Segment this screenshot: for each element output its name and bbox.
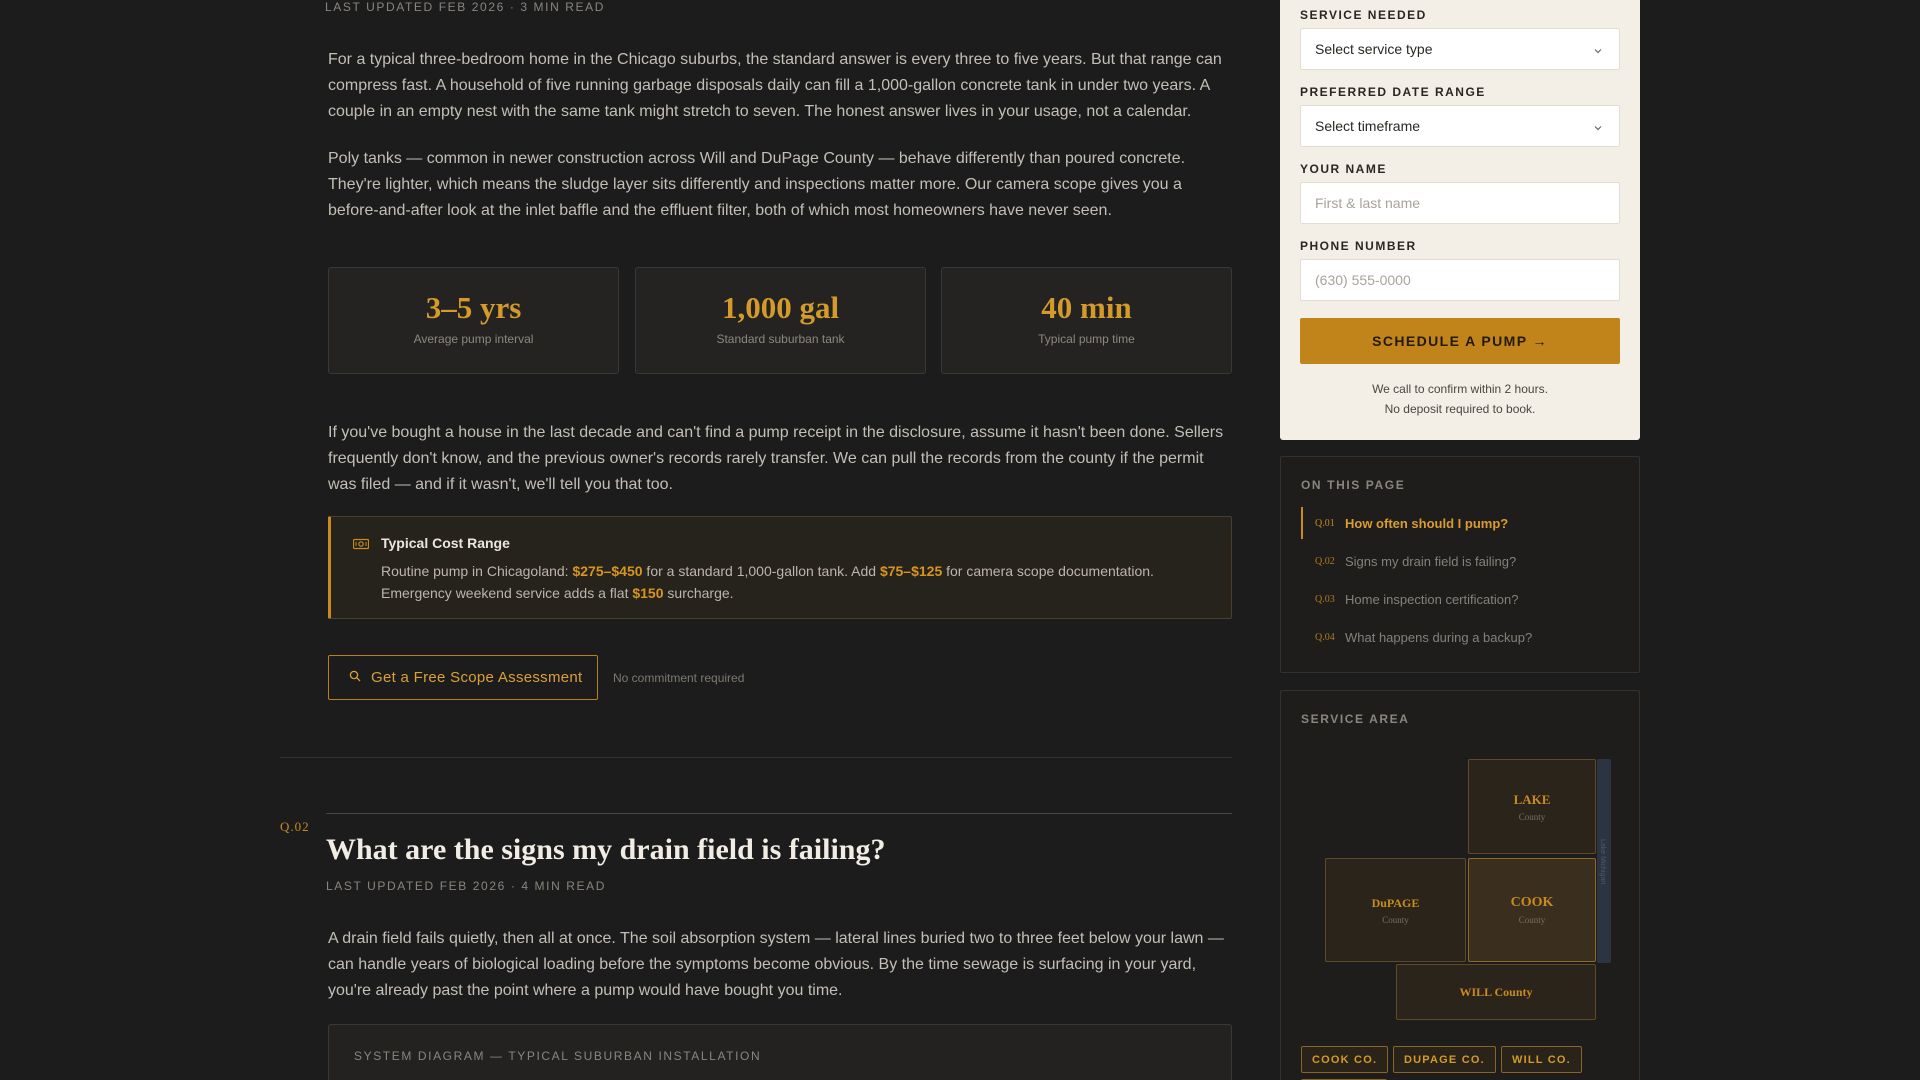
toc-title: ON THIS PAGE (1301, 478, 1406, 492)
date-range-select[interactable]: Select timeframe (1300, 105, 1620, 147)
price-weekend: $150 (632, 585, 664, 601)
money-icon (352, 537, 370, 556)
diagram-title: SYSTEM DIAGRAM — TYPICAL SUBURBAN INSTAL… (354, 1049, 762, 1063)
toc-item-q04[interactable]: Q.04 What happens during a backup? (1301, 621, 1621, 653)
q2-rule (326, 813, 1232, 814)
search-icon (349, 669, 361, 686)
q1-paragraph-1: For a typical three-bedroom home in the … (328, 51, 1222, 120)
county-cook[interactable]: COOK County (1468, 858, 1596, 962)
stat-card-tank: 1,000 gal Standard suburban tank (635, 267, 926, 374)
no-commitment-note: No commitment required (613, 671, 745, 685)
stat-label: Standard suburban tank (716, 332, 845, 346)
section-divider (280, 757, 1232, 758)
stat-card-pump-time: 40 min Typical pump time (941, 267, 1232, 374)
service-area-title: SERVICE AREA (1301, 712, 1410, 726)
q2-paragraph-1: A drain field fails quietly, then all at… (328, 930, 1224, 999)
q1-meta: LAST UPDATED FEB 2026 · 3 MIN READ (325, 0, 606, 14)
date-label: PREFERRED DATE RANGE (1300, 85, 1486, 99)
on-this-page-nav: ON THIS PAGE Q.01 How often should I pump… (1280, 456, 1640, 673)
callout-title: Typical Cost Range (381, 535, 510, 551)
q2-number: Q.02 (280, 819, 310, 834)
schedule-pump-button[interactable]: SCHEDULE A PUMP → (1300, 318, 1620, 364)
stat-value: 3–5 yrs (425, 290, 522, 325)
name-input[interactable]: First & last name (1300, 182, 1620, 224)
cost-callout: Typical Cost Range Routine pump in Chica… (328, 516, 1232, 619)
toc-item-q01[interactable]: Q.01 How often should I pump? (1301, 507, 1621, 539)
confirm-note: We call to confirm within 2 hours. (1372, 382, 1548, 396)
toc-item-q02[interactable]: Q.02 Signs my drain field is failing? (1301, 545, 1621, 577)
stat-value: 1,000 gal (721, 290, 840, 325)
service-label: SERVICE NEEDED (1300, 8, 1427, 22)
county-will[interactable]: WILL County (1396, 964, 1596, 1020)
name-label: YOUR NAME (1300, 162, 1387, 176)
lake-michigan-shape: Lake Michigan (1597, 759, 1611, 963)
scope-button-label: Get a Free Scope Assessment (371, 669, 583, 686)
service-area-card: SERVICE AREA LAKE County DuPAGE County C… (1280, 690, 1640, 1080)
q2-title: What are the signs my drain field is fai… (326, 833, 886, 866)
phone-label: PHONE NUMBER (1300, 239, 1417, 253)
chevron-down-icon (1593, 120, 1603, 136)
system-diagram-card: SYSTEM DIAGRAM — TYPICAL SUBURBAN INSTAL… (328, 1024, 1232, 1080)
callout-text: Routine pump in Chicagoland: $275–$450 f… (381, 563, 1154, 601)
price-scope: $75–$125 (879, 563, 943, 579)
stat-label: Average pump interval (413, 332, 534, 346)
county-lake[interactable]: LAKE County (1468, 759, 1596, 854)
chevron-down-icon (1593, 43, 1603, 59)
free-scope-assessment-button[interactable]: Get a Free Scope Assessment (328, 655, 598, 700)
stat-value: 40 min (1041, 290, 1132, 325)
tag-will[interactable]: WILL CO. (1501, 1046, 1582, 1073)
stat-label: Typical pump time (1038, 332, 1135, 346)
tag-cook[interactable]: COOK CO. (1301, 1046, 1389, 1073)
lake-michigan-label: Lake Michigan (1599, 839, 1606, 885)
booking-form: SERVICE NEEDED Select service type PREFE… (1280, 0, 1640, 440)
toc-item-q03[interactable]: Q.03 Home inspection certification? (1301, 583, 1621, 615)
phone-input[interactable]: (630) 555-0000 (1300, 259, 1620, 301)
tag-dupage[interactable]: DUPAGE CO. (1393, 1046, 1496, 1073)
service-select[interactable]: Select service type (1300, 28, 1620, 70)
price-routine: $275–$450 (572, 563, 643, 579)
q2-meta: LAST UPDATED FEB 2026 · 4 MIN READ (326, 879, 607, 893)
q1-paragraph-2: Poly tanks — common in newer constructio… (328, 150, 1186, 219)
q1-paragraph-3: If you've bought a house in the last dec… (328, 424, 1224, 493)
county-dupage[interactable]: DuPAGE County (1325, 858, 1466, 962)
stat-card-interval: 3–5 yrs Average pump interval (328, 267, 619, 374)
deposit-note: No deposit required to book. (1384, 402, 1536, 416)
